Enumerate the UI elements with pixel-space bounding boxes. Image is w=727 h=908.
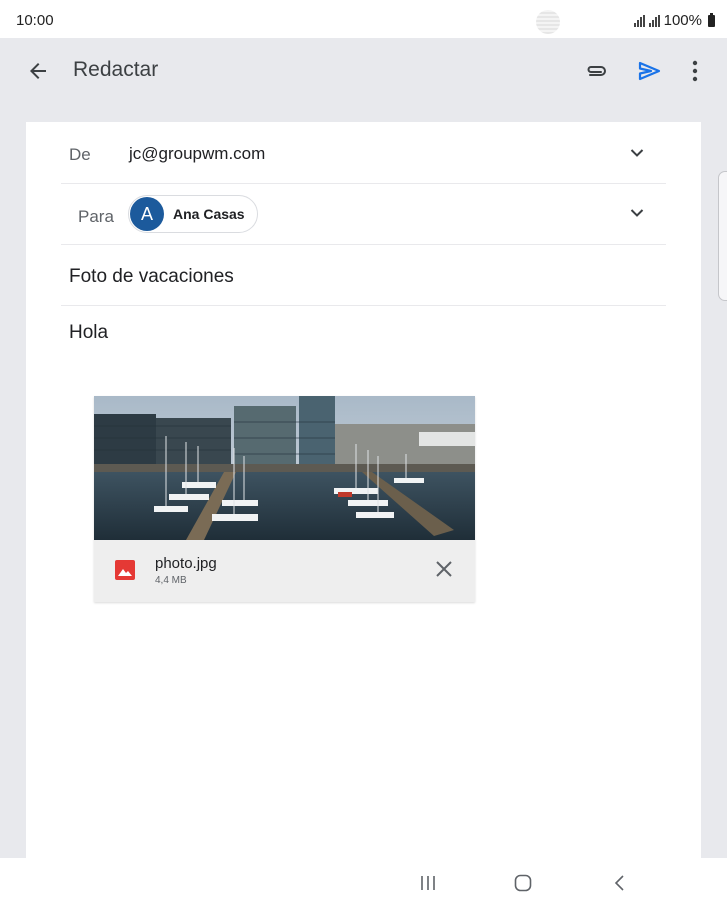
status-indicators: 100%	[633, 12, 715, 29]
attachment-thumbnail[interactable]	[94, 396, 475, 540]
back-arrow-icon[interactable]	[26, 59, 50, 83]
signal-icon-2	[648, 14, 660, 27]
recipient-name: Ana Casas	[173, 206, 245, 222]
home-icon[interactable]	[514, 874, 532, 892]
recents-icon[interactable]	[420, 875, 436, 891]
subject-input[interactable]: Foto de vacaciones	[69, 266, 234, 288]
edge-panel-handle[interactable]	[718, 171, 727, 301]
to-row[interactable]: Para A Ana Casas	[61, 184, 666, 245]
attachment-filesize: 4,4 MB	[155, 575, 187, 586]
to-label: Para	[78, 207, 114, 226]
subject-row[interactable]: Foto de vacaciones	[61, 245, 666, 306]
page-title: Redactar	[73, 58, 159, 81]
close-icon[interactable]	[435, 560, 453, 578]
chevron-down-icon[interactable]	[628, 144, 646, 162]
body-input[interactable]: Hola	[69, 322, 108, 344]
signal-icon	[633, 14, 645, 27]
attachment-card[interactable]: photo.jpg 4,4 MB	[94, 396, 475, 602]
from-address[interactable]: jc@groupwm.com	[129, 144, 265, 164]
from-label: De	[69, 145, 91, 164]
battery-icon	[708, 12, 715, 27]
send-icon[interactable]	[636, 58, 662, 84]
chevron-down-icon[interactable]	[628, 204, 646, 222]
navigation-bar	[0, 858, 727, 908]
status-bar: 10:00 100%	[0, 0, 727, 38]
image-file-icon	[115, 560, 135, 580]
battery-percentage: 100%	[663, 12, 702, 29]
paperclip-icon[interactable]	[584, 60, 610, 82]
from-row[interactable]: De jc@groupwm.com	[61, 122, 666, 184]
attachment-info: photo.jpg 4,4 MB	[94, 540, 475, 602]
recipient-chip[interactable]: A Ana Casas	[128, 195, 258, 233]
app-bar: Redactar	[0, 38, 727, 104]
avatar: A	[130, 197, 164, 231]
attachment-filename: photo.jpg	[155, 555, 217, 572]
compose-form: De jc@groupwm.com Para A Ana Casas Foto …	[26, 122, 701, 858]
camera-cutout	[536, 10, 560, 34]
more-vert-icon[interactable]	[683, 58, 707, 84]
back-icon[interactable]	[612, 874, 628, 892]
status-time: 10:00	[16, 12, 54, 29]
